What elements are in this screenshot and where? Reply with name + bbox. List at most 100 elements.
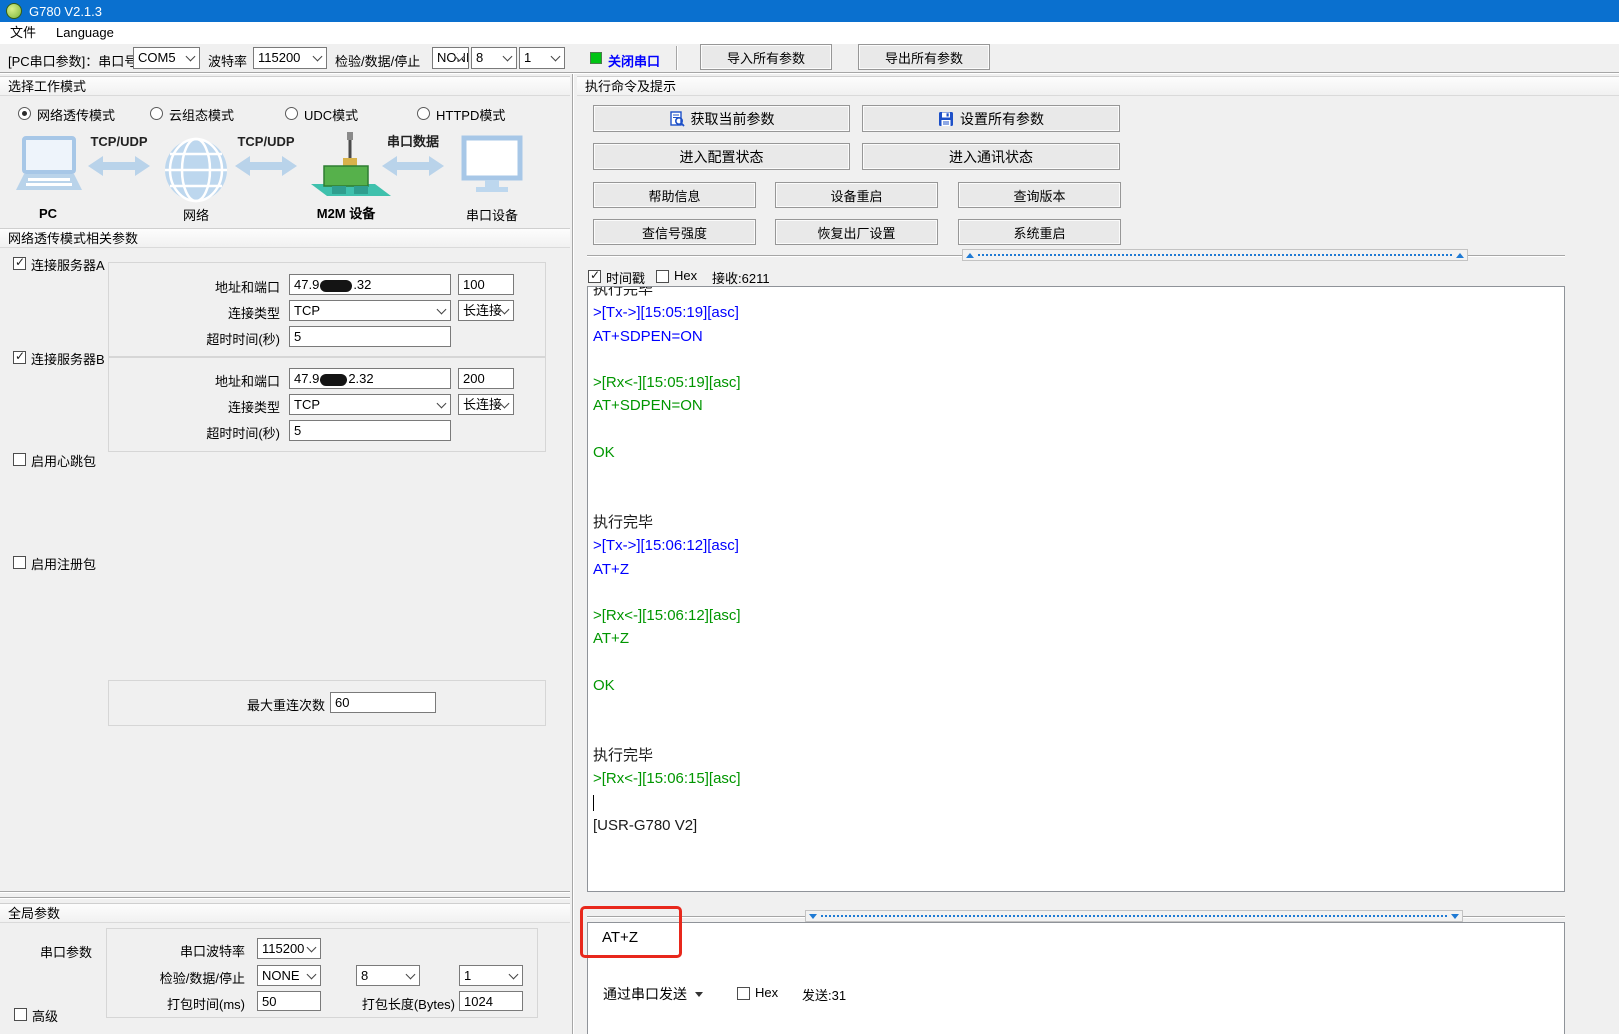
serverB-checkbox[interactable]	[13, 351, 26, 364]
get-params-button[interactable]: 获取当前参数	[593, 105, 850, 132]
serverA-address-input[interactable]: 47.9.32	[289, 274, 451, 295]
serverB-addr-label: 地址和端口	[150, 371, 280, 390]
radio-httpd-label: HTTPD模式	[436, 105, 505, 124]
close-port-button[interactable]: 关闭串口	[608, 51, 660, 70]
radio-udc-label: UDC模式	[304, 105, 358, 124]
radio-httpd-mode[interactable]	[417, 107, 430, 120]
arrow-icon	[88, 156, 150, 176]
log-line	[593, 697, 1564, 720]
sent-count: 发送:31	[802, 985, 846, 1004]
global-params-header: 全局参数	[0, 903, 570, 923]
log-area[interactable]: 执行完毕 >[Tx->][15:05:19][asc] AT+SDPEN=ON >[…	[587, 286, 1565, 892]
pc-label: PC	[39, 206, 58, 221]
device-reboot-button[interactable]: 设备重启	[775, 182, 938, 208]
import-params-button[interactable]: 导入所有参数	[700, 44, 832, 70]
export-params-button[interactable]: 导出所有参数	[858, 44, 990, 70]
serial-parity-select[interactable]: NONE	[257, 965, 321, 986]
send-hex-checkbox[interactable]	[737, 987, 750, 1000]
com-port-select[interactable]: COM5	[133, 47, 200, 69]
radio-net-transparent-label: 网络透传模式	[37, 105, 115, 124]
log-line: AT+Z	[593, 627, 1564, 650]
reconnect-group	[108, 680, 546, 726]
query-version-button[interactable]: 查询版本	[958, 182, 1121, 208]
log-line: AT+Z	[593, 558, 1564, 581]
serverB-type-select[interactable]: TCP	[289, 394, 451, 415]
port-open-led	[590, 52, 602, 64]
log-line	[593, 721, 1564, 744]
log-splitter-line	[587, 255, 962, 257]
serverA-checkbox[interactable]	[13, 257, 26, 270]
packtime-input[interactable]: 50	[257, 991, 321, 1011]
log-line: >[Rx<-][15:06:15][asc]	[593, 767, 1564, 790]
serverA-type-select[interactable]: TCP	[289, 300, 451, 321]
databits-select[interactable]: 8	[471, 47, 517, 69]
timestamp-checkbox[interactable]	[588, 270, 601, 283]
log-line: AT+SDPEN=ON	[593, 394, 1564, 417]
advanced-label: 高级	[32, 1006, 58, 1025]
serverA-port-input[interactable]: 100	[458, 274, 514, 295]
timestamp-label: 时间戳	[606, 268, 645, 287]
address-mask-scribble	[320, 280, 352, 292]
radio-udc-mode[interactable]	[285, 107, 298, 120]
send-hex-label: Hex	[755, 985, 778, 1000]
signal-strength-button[interactable]: 查信号强度	[593, 219, 756, 245]
serial-databits-select[interactable]: 8	[356, 965, 420, 986]
splitter-dots	[978, 254, 1452, 256]
log-line	[593, 488, 1564, 511]
app-window: G780 V2.1.3 文件 Language [PC串口参数]：串口号 COM…	[0, 0, 1619, 1034]
log-line: >[Tx->][15:05:19][asc]	[593, 301, 1564, 324]
panel-splitter[interactable]	[572, 74, 574, 1034]
serverB-connmode-select[interactable]: 长连接	[458, 394, 514, 415]
packlen-input[interactable]: 1024	[459, 991, 523, 1011]
log-splitter-handle[interactable]	[962, 249, 1468, 261]
network-globe-icon	[165, 139, 227, 201]
log-splitter-line	[1468, 255, 1565, 257]
serverA-connmode-select[interactable]: 长连接	[458, 300, 514, 321]
stopbits-select[interactable]: 1	[519, 47, 565, 69]
serverB-timeout-input[interactable]: 5	[289, 420, 451, 441]
radio-net-transparent-mode[interactable]	[18, 107, 31, 120]
log-line: 执行完毕	[593, 511, 1564, 534]
recv-count: 接收:6211	[712, 268, 770, 287]
radio-cloud-mode[interactable]	[150, 107, 163, 120]
mode-diagram: TCP/UDP TCP/UDP 串口数据 PC 网络 M2M 设备 串口设备	[8, 128, 560, 226]
baud-select[interactable]: 115200	[253, 47, 327, 69]
factory-reset-button[interactable]: 恢复出厂设置	[775, 219, 938, 245]
reconnect-input[interactable]: 60	[330, 692, 436, 713]
serial-stopbits-select[interactable]: 1	[459, 965, 523, 986]
log-line: 执行完毕	[593, 744, 1564, 767]
help-info-button[interactable]: 帮助信息	[593, 182, 756, 208]
log-line: >[Tx->][15:06:12][asc]	[593, 534, 1564, 557]
section-divider	[0, 891, 570, 893]
parity-select[interactable]: NONI	[432, 47, 469, 69]
serverB-port-input[interactable]: 200	[458, 368, 514, 389]
menu-bar: 文件 Language	[0, 22, 1619, 44]
network-label: 网络	[183, 208, 209, 223]
send-via-serial-button[interactable]: 通过串口发送	[603, 984, 703, 1004]
enter-comm-button[interactable]: 进入通讯状态	[862, 143, 1120, 170]
window-title: G780 V2.1.3	[29, 4, 102, 19]
send-text[interactable]: AT+Z	[588, 923, 1564, 946]
log-line: OK	[593, 441, 1564, 464]
regpack-checkbox[interactable]	[13, 556, 26, 569]
heartbeat-checkbox[interactable]	[13, 453, 26, 466]
recv-hex-checkbox[interactable]	[656, 270, 669, 283]
log-line: [USR-G780 V2]	[593, 814, 1564, 837]
pc-icon	[16, 138, 82, 190]
serial-baud-select[interactable]: 115200	[257, 938, 321, 959]
menu-file[interactable]: 文件	[0, 22, 46, 44]
toolbar-separator	[676, 46, 678, 70]
system-reboot-button[interactable]: 系统重启	[958, 219, 1121, 245]
set-params-button[interactable]: 设置所有参数	[862, 105, 1120, 132]
send-area[interactable]: AT+Z	[587, 922, 1565, 1034]
send-splitter-handle[interactable]	[805, 910, 1463, 922]
serial-parity-label: 检验/数据/停止	[150, 968, 245, 987]
serverA-timeout-label: 超时时间(秒)	[150, 329, 280, 348]
arrow-icon	[235, 156, 297, 176]
enter-config-button[interactable]: 进入配置状态	[593, 143, 850, 170]
menu-language[interactable]: Language	[46, 22, 124, 44]
advanced-checkbox[interactable]	[14, 1008, 27, 1021]
serverA-timeout-input[interactable]: 5	[289, 326, 451, 347]
serverB-address-input[interactable]: 47.92.32	[289, 368, 451, 389]
dropdown-arrow-icon	[695, 992, 703, 997]
